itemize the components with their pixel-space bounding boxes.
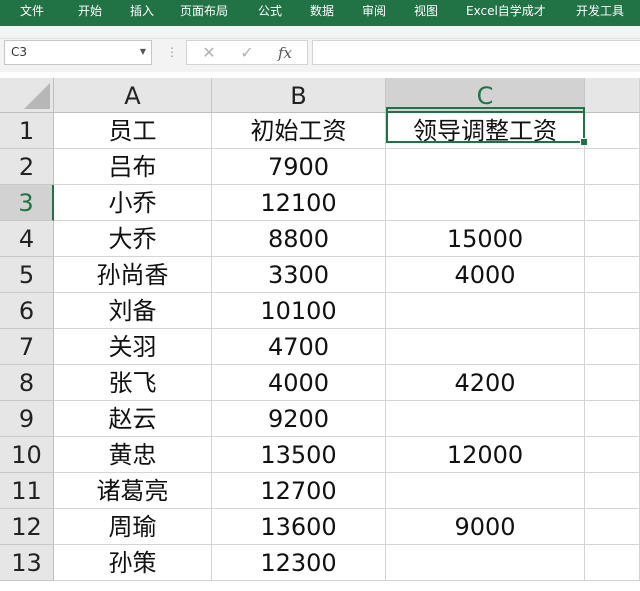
row-header-13[interactable]: 13	[0, 545, 54, 581]
cell-b11[interactable]: 12700	[212, 473, 386, 509]
cell-d10[interactable]	[585, 437, 640, 473]
cell-a7[interactable]: 关羽	[54, 329, 212, 365]
cell-a1[interactable]: 员工	[54, 113, 212, 149]
cell-d9[interactable]	[585, 401, 640, 437]
cell-a3[interactable]: 小乔	[54, 185, 212, 221]
row-header-1[interactable]: 1	[0, 113, 54, 149]
cell-d3[interactable]	[585, 185, 640, 221]
tab-home[interactable]: 开始	[78, 0, 102, 22]
tab-insert[interactable]: 插入	[130, 0, 154, 22]
cancel-icon[interactable]: ✕	[195, 42, 223, 64]
row-header-9[interactable]: 9	[0, 401, 54, 437]
tab-file[interactable]: 文件	[20, 0, 44, 22]
cell-a5[interactable]: 孙尚香	[54, 257, 212, 293]
tab-formulas[interactable]: 公式	[258, 0, 282, 22]
cell-b2[interactable]: 7900	[212, 149, 386, 185]
cell-c10[interactable]: 12000	[386, 437, 585, 473]
cell-b6[interactable]: 10100	[212, 293, 386, 329]
cell-a13[interactable]: 孙策	[54, 545, 212, 581]
cell-c12[interactable]: 9000	[386, 509, 585, 545]
name-box-value: C3	[11, 45, 28, 59]
column-header-b[interactable]: B	[212, 78, 386, 113]
fill-handle[interactable]	[580, 138, 588, 146]
cell-d7[interactable]	[585, 329, 640, 365]
ribbon-tab-bar: 文件 开始 插入 页面布局 公式 数据 审阅 视图 Excel自学成才 开发工具	[0, 0, 640, 26]
chevron-down-icon[interactable]: ▼	[140, 47, 146, 56]
row-header-10[interactable]: 10	[0, 437, 54, 473]
name-box[interactable]: C3 ▼	[4, 40, 152, 65]
tab-page-layout[interactable]: 页面布局	[180, 0, 228, 22]
cell-c5[interactable]: 4000	[386, 257, 585, 293]
cell-d1[interactable]	[585, 113, 640, 149]
insert-function-icon[interactable]: fx	[271, 42, 299, 64]
cell-d13[interactable]	[585, 545, 640, 581]
cell-d11[interactable]	[585, 473, 640, 509]
cell-c13[interactable]	[386, 545, 585, 581]
cell-c9[interactable]	[386, 401, 585, 437]
cell-d5[interactable]	[585, 257, 640, 293]
cell-b12[interactable]: 13600	[212, 509, 386, 545]
tab-data[interactable]: 数据	[310, 0, 334, 22]
cell-c3[interactable]	[386, 185, 585, 221]
resize-grip-icon[interactable]: ⋮	[166, 45, 178, 59]
cell-a8[interactable]: 张飞	[54, 365, 212, 401]
formula-buttons: ✕ ✓ fx	[186, 40, 308, 65]
cell-c2[interactable]	[386, 149, 585, 185]
active-cell-selection[interactable]	[386, 107, 585, 143]
tab-excel-zixue[interactable]: Excel自学成才	[466, 0, 546, 22]
row-header-3[interactable]: 3	[0, 185, 54, 221]
formula-input[interactable]	[312, 40, 640, 65]
cell-b10[interactable]: 13500	[212, 437, 386, 473]
row-header-2[interactable]: 2	[0, 149, 54, 185]
tab-view[interactable]: 视图	[414, 0, 438, 22]
row-header-8[interactable]: 8	[0, 365, 54, 401]
cell-a4[interactable]: 大乔	[54, 221, 212, 257]
cell-b1[interactable]: 初始工资	[212, 113, 386, 149]
row-header-4[interactable]: 4	[0, 221, 54, 257]
cell-c7[interactable]	[386, 329, 585, 365]
tab-developer[interactable]: 开发工具	[576, 0, 624, 22]
cell-c4[interactable]: 15000	[386, 221, 585, 257]
cell-b9[interactable]: 9200	[212, 401, 386, 437]
cell-b13[interactable]: 12300	[212, 545, 386, 581]
cell-b4[interactable]: 8800	[212, 221, 386, 257]
cell-a10[interactable]: 黄忠	[54, 437, 212, 473]
row-header-6[interactable]: 6	[0, 293, 54, 329]
tab-review[interactable]: 审阅	[362, 0, 386, 22]
cell-a12[interactable]: 周瑜	[54, 509, 212, 545]
cell-a11[interactable]: 诸葛亮	[54, 473, 212, 509]
column-header-a[interactable]: A	[54, 78, 212, 113]
cell-b5[interactable]: 3300	[212, 257, 386, 293]
check-icon[interactable]: ✓	[233, 42, 261, 64]
cell-d8[interactable]	[585, 365, 640, 401]
ribbon-body	[0, 26, 640, 39]
column-header-d[interactable]	[585, 78, 640, 113]
cell-b7[interactable]: 4700	[212, 329, 386, 365]
cell-d12[interactable]	[585, 509, 640, 545]
row-header-7[interactable]: 7	[0, 329, 54, 365]
cell-d2[interactable]	[585, 149, 640, 185]
cell-d4[interactable]	[585, 221, 640, 257]
cell-a2[interactable]: 吕布	[54, 149, 212, 185]
row-header-11[interactable]: 11	[0, 473, 54, 509]
cell-b3[interactable]: 12100	[212, 185, 386, 221]
cell-a9[interactable]: 赵云	[54, 401, 212, 437]
cell-d6[interactable]	[585, 293, 640, 329]
cell-c6[interactable]	[386, 293, 585, 329]
formula-bar: C3 ▼ ⋮ ✕ ✓ fx	[0, 39, 640, 72]
row-header-5[interactable]: 5	[0, 257, 54, 293]
row-header-12[interactable]: 12	[0, 509, 54, 545]
select-all-triangle-icon	[24, 83, 50, 109]
cell-c8[interactable]: 4200	[386, 365, 585, 401]
cell-c11[interactable]	[386, 473, 585, 509]
cell-b8[interactable]: 4000	[212, 365, 386, 401]
select-all-button[interactable]	[0, 78, 54, 113]
spreadsheet-grid: ABC 1 员工 初始工资 领导调整工资 2 吕布 7900 3 小乔 12100 4 大乔 8800 1…	[0, 78, 640, 591]
cell-a6[interactable]: 刘备	[54, 293, 212, 329]
